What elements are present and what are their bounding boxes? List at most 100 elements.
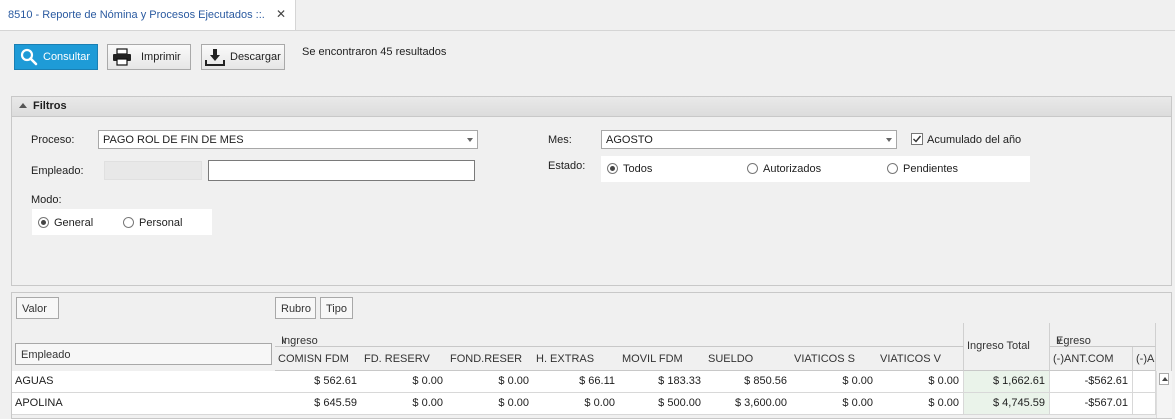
modo-personal-radio[interactable] — [123, 217, 134, 228]
rubro-label: Rubro — [281, 303, 311, 315]
table-cell[interactable]: $ 645.59 — [275, 393, 362, 415]
column-header-label: H. EXTRAS — [536, 353, 595, 365]
column-header[interactable]: H. EXTRAS — [533, 347, 620, 371]
column-header[interactable]: FD. RESERV — [361, 347, 448, 371]
checkmark-icon — [913, 135, 922, 143]
filters-header[interactable]: Filtros — [12, 97, 1171, 117]
filters-panel: Filtros Proceso: PAGO ROL DE FIN DE MES … — [11, 96, 1172, 286]
table-cell[interactable]: $ 0.00 — [447, 393, 534, 415]
scroll-up-button[interactable] — [1159, 373, 1169, 385]
column-header[interactable]: MOVIL FDM — [619, 347, 706, 371]
tab-report[interactable]: 8510 - Reporte de Nómina y Procesos Ejec… — [0, 0, 296, 30]
column-header-label: SUELDO — [708, 353, 754, 365]
table-cell[interactable]: $ 3,600.00 — [705, 393, 792, 415]
close-icon[interactable]: ✕ — [276, 7, 286, 21]
table-cell[interactable]: $ 500.00 — [619, 393, 706, 415]
acumulado-label[interactable]: Acumulado del año — [927, 134, 1021, 146]
estado-todos-radio[interactable] — [607, 163, 618, 174]
collapse-icon[interactable] — [19, 103, 27, 108]
table-cell[interactable]: $ 0.00 — [361, 371, 448, 393]
empleado-name-field[interactable] — [208, 160, 475, 181]
proceso-combo[interactable]: PAGO ROL DE FIN DE MES — [98, 130, 478, 149]
egreso-group-header[interactable]: ∨ Egreso — [1050, 323, 1156, 347]
search-icon — [20, 48, 38, 66]
filters-title: Filtros — [33, 100, 67, 112]
proceso-label: Proceso: — [31, 134, 75, 146]
imprimir-label: Imprimir — [141, 51, 181, 63]
estado-pendientes-radio[interactable] — [887, 163, 898, 174]
tipo-field-button[interactable]: Tipo — [320, 297, 353, 319]
table-cell[interactable]: $ 0.00 — [361, 393, 448, 415]
egreso-column-label: (-)A — [1136, 353, 1155, 365]
consultar-button[interactable]: Consultar — [14, 44, 98, 70]
table-cell[interactable]: $ 562.61 — [275, 371, 362, 393]
egreso-group-text: ∨ Egreso — [1053, 329, 1091, 347]
egreso-column-label: (-)ANT.COM — [1053, 353, 1114, 365]
empleado-code-field — [104, 161, 202, 180]
table-cell[interactable]: $ 183.33 — [619, 371, 706, 393]
imprimir-button[interactable]: Imprimir — [107, 44, 191, 70]
mes-combo[interactable]: AGOSTO — [601, 130, 897, 149]
table-cell[interactable]: $ 0.00 — [877, 371, 964, 393]
mes-label: Mes: — [548, 134, 572, 146]
modo-personal-label[interactable]: Personal — [139, 217, 182, 229]
acumulado-checkbox[interactable] — [911, 133, 923, 145]
printer-icon — [113, 48, 131, 66]
table-cell[interactable]: $ 0.00 — [447, 371, 534, 393]
dropdown-arrow-icon — [886, 138, 892, 142]
column-header[interactable]: SUELDO — [705, 347, 792, 371]
ingreso-total-header[interactable]: Ingreso Total — [964, 323, 1050, 371]
egreso-cell-partial[interactable] — [1133, 393, 1156, 415]
row-employee-name[interactable]: AGUAS — [12, 371, 275, 393]
pivot-grid: Valor Rubro Tipo Empleado ∨ Ingreso Ingr… — [11, 292, 1172, 419]
estado-pendientes-label[interactable]: Pendientes — [903, 163, 958, 175]
valor-field-button[interactable]: Valor — [16, 297, 59, 319]
total-cell[interactable]: $ 1,662.61 — [964, 371, 1050, 393]
row-name-label: AGUAS — [15, 375, 54, 387]
valor-label: Valor — [22, 303, 47, 315]
egreso-cell-partial[interactable] — [1133, 371, 1156, 393]
column-header[interactable]: COMISN FDM — [275, 347, 362, 371]
table-cell[interactable]: $ 0.00 — [791, 393, 878, 415]
estado-autorizados-label[interactable]: Autorizados — [763, 163, 821, 175]
download-icon — [205, 49, 225, 66]
egreso-cell[interactable]: -$567.01 — [1050, 393, 1133, 415]
egreso-cell[interactable]: -$562.61 — [1050, 371, 1133, 393]
table-cell[interactable]: $ 850.56 — [705, 371, 792, 393]
empleado-field-button[interactable]: Empleado — [15, 343, 272, 365]
results-count: Se encontraron 45 resultados — [302, 46, 447, 58]
table-cell[interactable]: $ 0.00 — [533, 393, 620, 415]
column-header[interactable]: FOND.RESER — [447, 347, 534, 371]
ingreso-group-header[interactable]: ∨ Ingreso — [275, 323, 964, 347]
column-header[interactable]: VIATICOS V — [877, 347, 964, 371]
modo-label: Modo: — [31, 194, 62, 206]
row-employee-name[interactable]: APOLINA — [12, 393, 275, 415]
ingreso-group-text: ∨ Ingreso — [278, 329, 318, 347]
ingreso-group-label: Ingreso — [281, 335, 318, 347]
table-cell[interactable]: $ 0.00 — [877, 393, 964, 415]
total-cell[interactable]: $ 4,745.59 — [964, 393, 1050, 415]
estado-autorizados-radio[interactable] — [747, 163, 758, 174]
column-header-label: MOVIL FDM — [622, 353, 683, 365]
table-cell[interactable]: $ 0.00 — [791, 371, 878, 393]
vertical-scrollbar[interactable] — [1156, 371, 1172, 418]
table-cell[interactable]: $ 66.11 — [533, 371, 620, 393]
proceso-value: PAGO ROL DE FIN DE MES — [103, 134, 244, 146]
modo-radio-group: General Personal — [32, 209, 212, 235]
column-header[interactable]: VIATICOS S — [791, 347, 878, 371]
modo-general-label[interactable]: General — [54, 217, 93, 229]
estado-label: Estado: — [548, 160, 586, 172]
egreso-column-header[interactable]: (-)A — [1133, 347, 1156, 371]
egreso-column-header[interactable]: (-)ANT.COM — [1050, 347, 1133, 371]
column-header-label: FD. RESERV — [364, 353, 430, 365]
empleado-field-label: Empleado — [21, 349, 71, 361]
column-header-label: VIATICOS S — [794, 353, 855, 365]
descargar-button[interactable]: Descargar — [201, 44, 285, 70]
estado-todos-label[interactable]: Todos — [623, 163, 652, 175]
dropdown-arrow-icon — [467, 138, 473, 142]
column-header-label: FOND.RESER — [450, 353, 523, 365]
empleado-label: Empleado: — [31, 165, 84, 177]
modo-general-radio[interactable] — [38, 217, 49, 228]
rubro-field-button[interactable]: Rubro — [275, 297, 316, 319]
tab-title: 8510 - Reporte de Nómina y Procesos Ejec… — [8, 9, 265, 21]
